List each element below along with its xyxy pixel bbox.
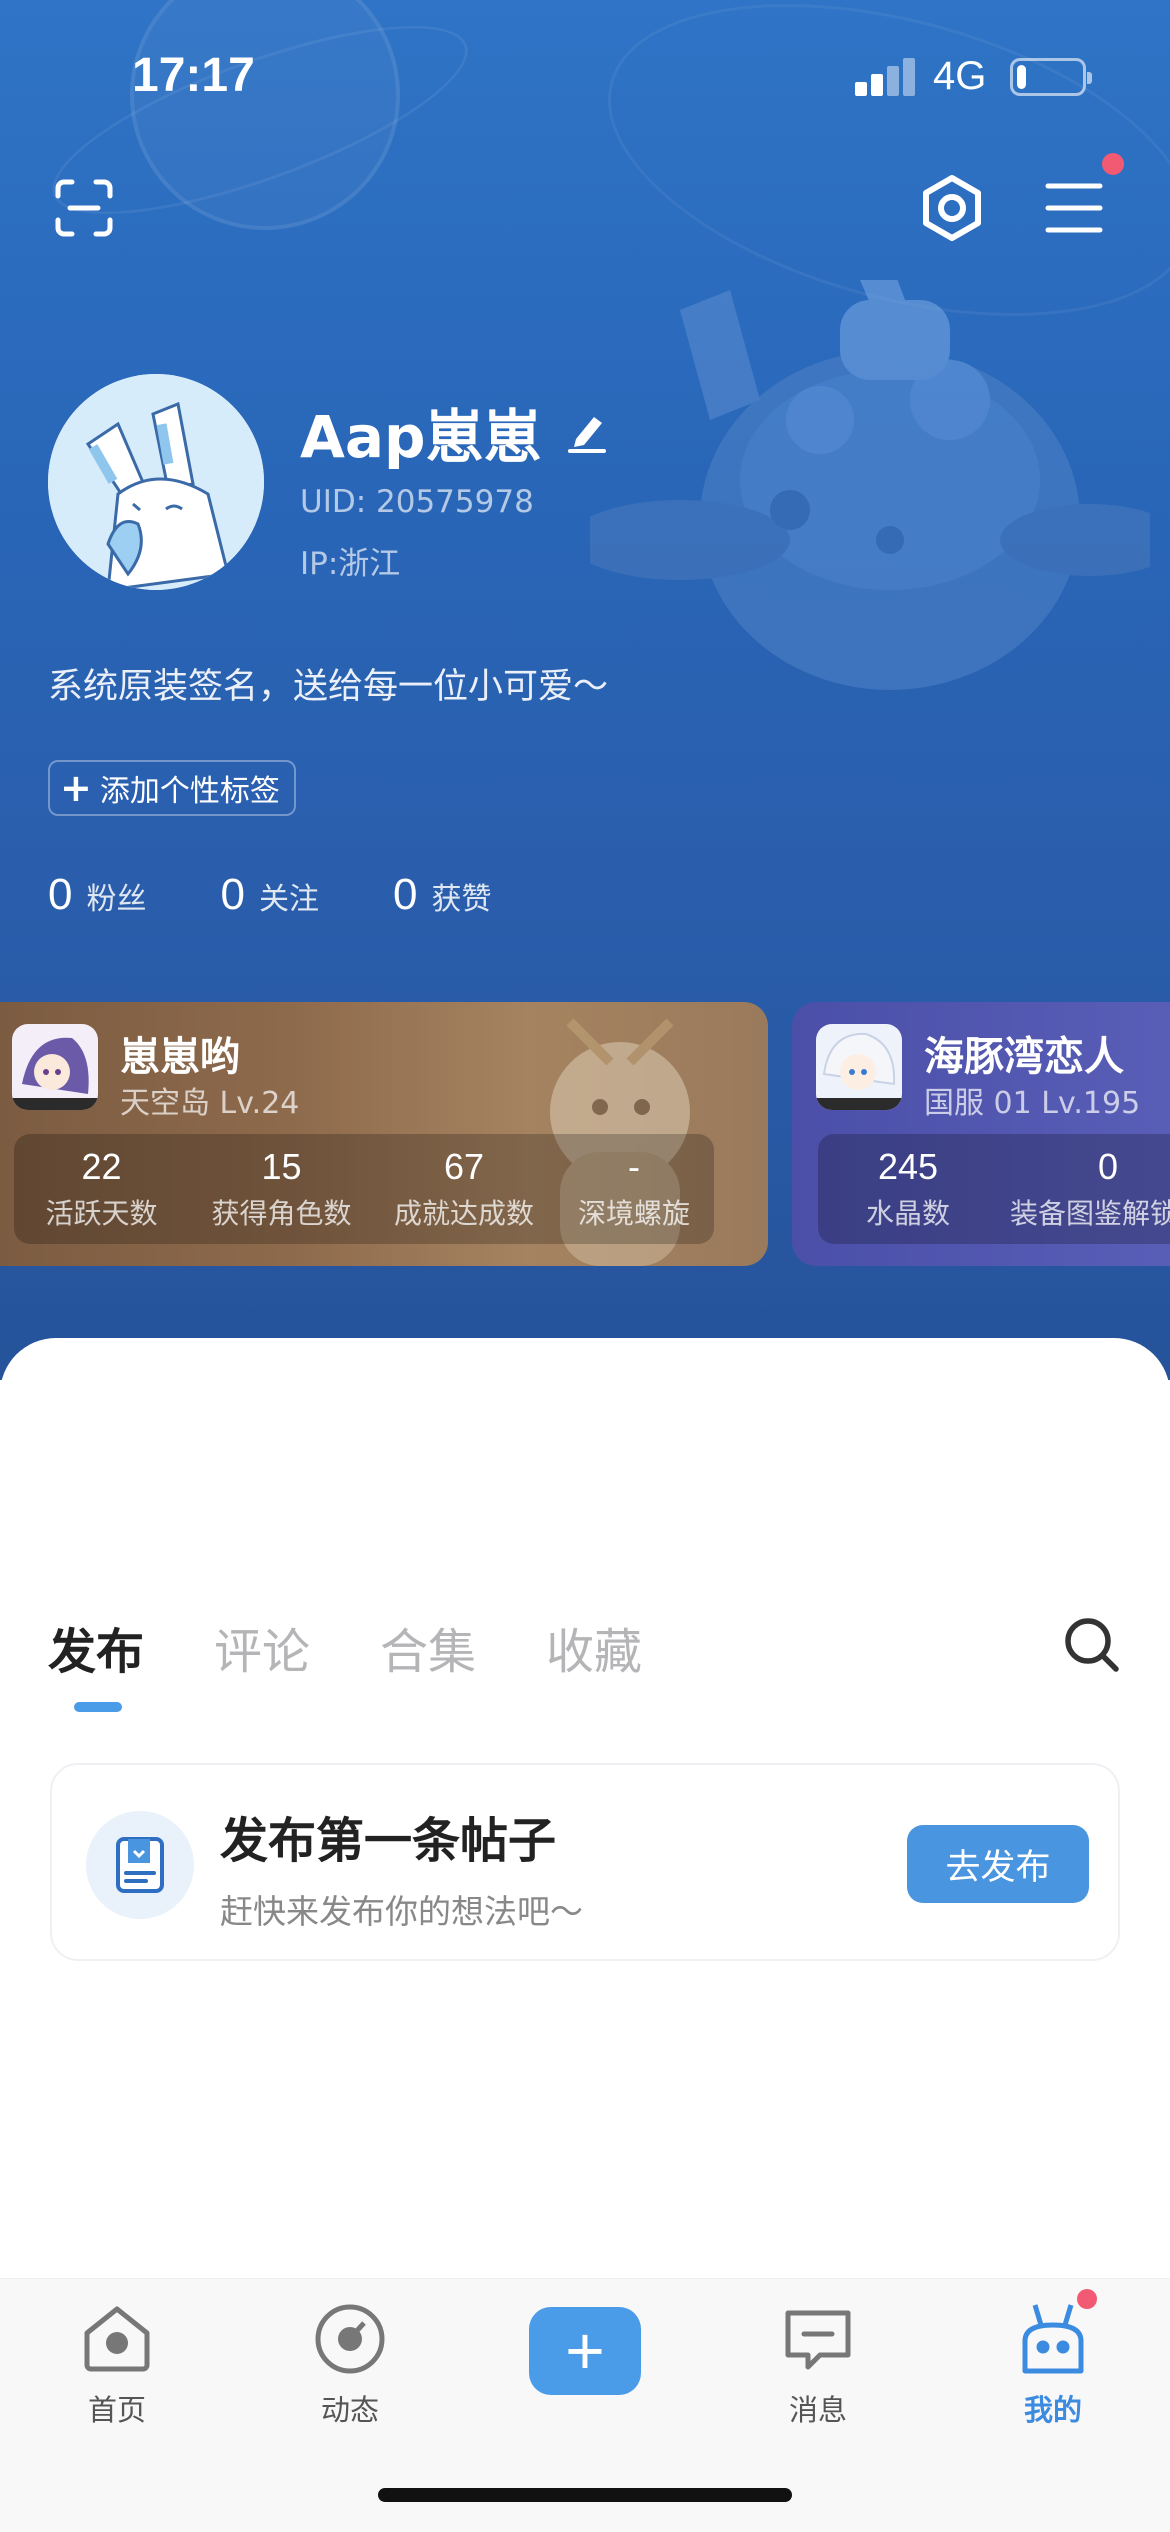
profile-stats: 0 粉丝 0 关注 0 获赞 bbox=[48, 870, 565, 920]
menu-button[interactable] bbox=[1040, 172, 1108, 244]
notebook-icon bbox=[116, 1837, 164, 1893]
stat-likes[interactable]: 0 获赞 bbox=[393, 870, 491, 920]
menu-icon bbox=[1045, 183, 1103, 233]
game-stat-label: 成就达成数 bbox=[393, 1197, 534, 1230]
empty-post-subtitle: 赶快来发布你的想法吧～ bbox=[220, 1892, 583, 1931]
stat-number: 0 bbox=[48, 870, 73, 919]
tabbar-item-feed[interactable]: 动态 bbox=[280, 2301, 420, 2429]
publish-button[interactable]: 去发布 bbox=[907, 1825, 1089, 1903]
home-indicator bbox=[378, 2488, 792, 2502]
tab-label: 收藏 bbox=[546, 1624, 643, 1680]
robot-background-illustration bbox=[590, 280, 1150, 690]
battery-icon bbox=[1010, 58, 1092, 96]
tabbar-item-messages[interactable]: 消息 bbox=[748, 2301, 888, 2429]
game-stat: 22 活跃天数 bbox=[14, 1134, 189, 1244]
plus-icon: + bbox=[60, 766, 92, 810]
empty-post-title: 发布第一条帖子 bbox=[220, 1813, 557, 1869]
game-card-genshin[interactable]: 崽崽哟 天空岛 Lv.24 22 活跃天数 15 获得角色数 67 成就达成数 … bbox=[0, 1002, 768, 1266]
honkai-game-icon bbox=[816, 1024, 902, 1110]
search-icon[interactable] bbox=[1062, 1615, 1122, 1675]
game-stat-label: 活跃天数 bbox=[45, 1197, 158, 1230]
tabbar-label: 首页 bbox=[87, 2393, 146, 2427]
status-bar: 17:17 4G bbox=[0, 0, 1170, 150]
compass-icon bbox=[315, 2304, 385, 2374]
user-id: UID: 20575978 bbox=[300, 484, 534, 520]
avatar[interactable] bbox=[48, 374, 264, 590]
user-ip-location: IP:浙江 bbox=[300, 546, 401, 582]
game-stat-label: 水晶数 bbox=[865, 1197, 950, 1230]
game-stat: 67 成就达成数 bbox=[374, 1134, 554, 1244]
content-tabs: 发布 评论 合集 收藏 bbox=[48, 1612, 712, 1712]
game-card-stats: 245 水晶数 0 装备图鉴解锁数 bbox=[818, 1134, 1170, 1244]
game-card-subtitle: 天空岛 Lv.24 bbox=[120, 1086, 300, 1121]
game-stat-value: 15 bbox=[261, 1146, 302, 1187]
game-stat: - 深境螺旋 bbox=[554, 1134, 714, 1244]
home-icon bbox=[84, 2306, 150, 2372]
game-card-title: 崽崽哟 bbox=[120, 1034, 240, 1080]
create-post-button[interactable]: + bbox=[529, 2307, 641, 2395]
game-stat-value: 67 bbox=[443, 1146, 485, 1187]
game-stat-value: 245 bbox=[877, 1146, 939, 1187]
profile-header: 17:17 4G Aap崽崽 UID: 20575978 IP:浙江 系统原装签… bbox=[0, 0, 1170, 1380]
game-card-stats: 22 活跃天数 15 获得角色数 67 成就达成数 - 深境螺旋 bbox=[14, 1134, 714, 1244]
message-icon bbox=[785, 2310, 851, 2370]
stat-number: 0 bbox=[220, 870, 245, 919]
bunny-avatar-icon bbox=[48, 374, 264, 590]
genshin-game-icon bbox=[12, 1024, 98, 1110]
plus-icon: + bbox=[565, 2313, 605, 2389]
gear-icon bbox=[923, 175, 981, 241]
scan-button[interactable] bbox=[48, 172, 120, 244]
tabbar-item-profile[interactable]: 我的 bbox=[983, 2301, 1123, 2429]
game-card-title: 海豚湾恋人 bbox=[924, 1034, 1124, 1080]
tab-label: 合集 bbox=[380, 1624, 477, 1680]
add-tag-label: 添加个性标签 bbox=[99, 774, 280, 809]
tab-posts[interactable]: 发布 bbox=[48, 1612, 145, 1712]
game-stat-value: 0 bbox=[1097, 1146, 1119, 1187]
notification-dot bbox=[1102, 153, 1124, 175]
tab-collections[interactable]: 合集 bbox=[380, 1612, 476, 1682]
post-icon-container bbox=[86, 1811, 194, 1919]
stat-number: 0 bbox=[392, 870, 418, 919]
settings-button[interactable] bbox=[912, 168, 992, 248]
signal-icon bbox=[855, 58, 915, 96]
tab-comments[interactable]: 评论 bbox=[214, 1612, 310, 1682]
tabbar-item-home[interactable]: 首页 bbox=[47, 2301, 187, 2429]
stat-label: 粉丝 bbox=[86, 882, 147, 917]
stat-label: 获赞 bbox=[431, 882, 492, 917]
username-row: Aap崽崽 bbox=[300, 390, 610, 474]
game-stat: 15 获得角色数 bbox=[189, 1134, 374, 1244]
tabbar-label: 消息 bbox=[788, 2393, 847, 2427]
game-stat-value: 22 bbox=[81, 1146, 122, 1187]
game-stat-label: 获得角色数 bbox=[211, 1197, 352, 1230]
tabbar-label: 我的 bbox=[1023, 2393, 1082, 2427]
tabbar-label: 动态 bbox=[320, 2393, 379, 2427]
edit-icon[interactable] bbox=[564, 409, 610, 455]
active-tab-indicator bbox=[74, 1702, 122, 1712]
game-stat-value: - bbox=[628, 1146, 640, 1187]
empty-post-card: 发布第一条帖子 赶快来发布你的想法吧～ 去发布 bbox=[50, 1763, 1120, 1961]
stat-followers[interactable]: 0 粉丝 bbox=[48, 870, 146, 920]
stat-following[interactable]: 0 关注 bbox=[220, 870, 318, 920]
game-stat: 0 装备图鉴解锁数 bbox=[998, 1134, 1170, 1244]
game-card-honkai[interactable]: 海豚湾恋人 国服 01 Lv.195 245 水晶数 0 装备图鉴解锁数 bbox=[792, 1002, 1170, 1266]
username: Aap崽崽 bbox=[300, 403, 542, 471]
user-signature[interactable]: 系统原装签名，送给每一位小可爱～ bbox=[48, 658, 608, 709]
stat-label: 关注 bbox=[258, 882, 319, 917]
status-time: 17:17 bbox=[132, 49, 255, 102]
tab-label: 发布 bbox=[48, 1624, 145, 1680]
game-card-subtitle: 国服 01 Lv.195 bbox=[924, 1086, 1141, 1121]
game-stat-label: 深境螺旋 bbox=[577, 1197, 690, 1230]
profile-icon bbox=[1022, 2304, 1084, 2374]
tab-label: 评论 bbox=[214, 1624, 311, 1680]
game-stat: 245 水晶数 bbox=[818, 1134, 998, 1244]
notification-dot bbox=[1077, 2289, 1097, 2309]
game-stat-label: 装备图鉴解锁数 bbox=[1009, 1197, 1170, 1230]
add-tag-button[interactable]: + 添加个性标签 bbox=[48, 760, 296, 816]
battery-level bbox=[1017, 65, 1026, 89]
network-type: 4G bbox=[933, 54, 987, 98]
tab-favorites[interactable]: 收藏 bbox=[546, 1612, 642, 1682]
scan-icon bbox=[55, 179, 113, 237]
